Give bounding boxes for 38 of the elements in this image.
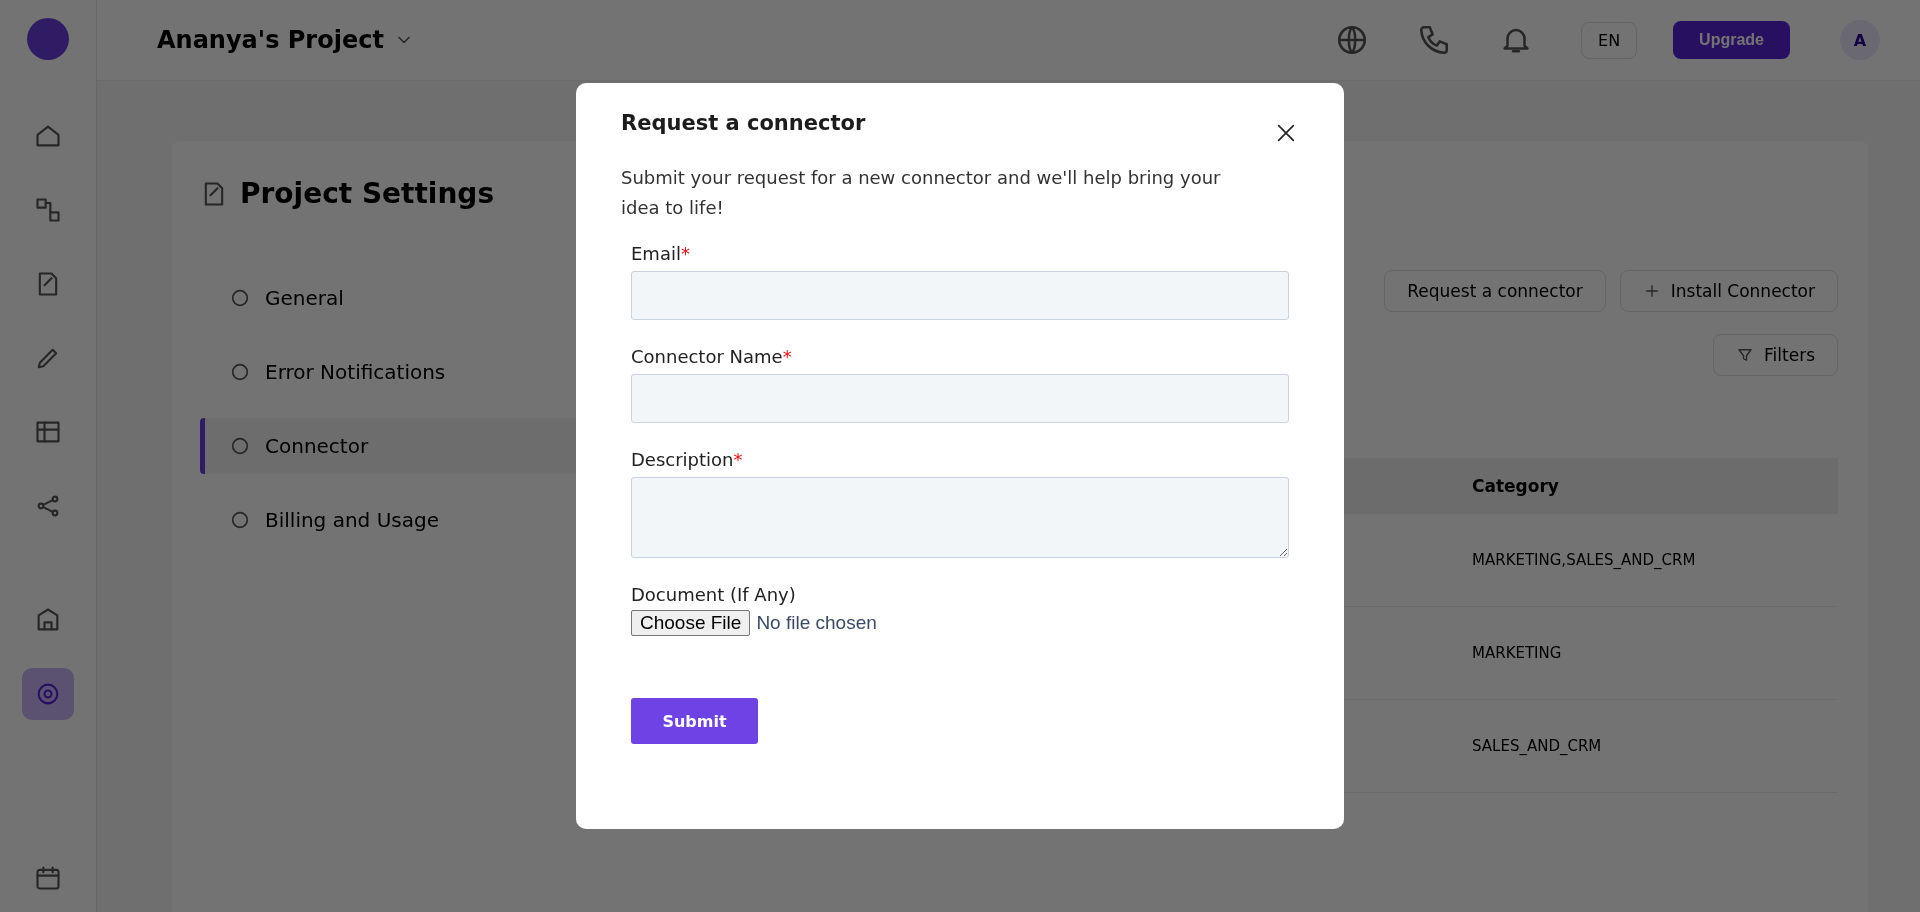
menu-item-icon — [229, 361, 251, 383]
submit-button[interactable]: Submit — [631, 698, 758, 744]
page-title: Project Settings — [240, 177, 495, 210]
input-field[interactable] — [631, 271, 1289, 320]
request-connector-button[interactable]: Request a connector — [1384, 270, 1606, 312]
filters-button[interactable]: Filters — [1713, 334, 1838, 376]
menu-item-icon — [229, 435, 251, 457]
table-cell-text: SALES_AND_CRM — [1471, 737, 1603, 755]
filter-icon — [1736, 346, 1755, 364]
field-label: Description* — [631, 449, 744, 470]
menu-item-icon — [229, 287, 251, 309]
settings-menu-item[interactable]: General — [200, 270, 600, 326]
field-label: Document (If Any) — [631, 584, 797, 605]
choose-file-button[interactable]: Choose File — [631, 610, 751, 636]
field-label: Email* — [631, 243, 691, 264]
file-status: No file chosen — [756, 612, 877, 634]
user-avatar[interactable]: A — [1840, 20, 1880, 60]
menu-item-icon — [229, 509, 251, 531]
field-label: Connector Name* — [631, 346, 793, 367]
input-field[interactable] — [631, 374, 1289, 423]
flow-icon — [34, 196, 62, 224]
close-icon — [1275, 122, 1297, 144]
project-name[interactable]: Ananya's Project — [157, 26, 384, 54]
calendar-icon — [34, 864, 62, 892]
column-header: Category — [1471, 476, 1560, 496]
sidebar-item[interactable] — [22, 668, 74, 720]
dialog-description: Submit your request for a new connector and we'll help bring your idea to life! — [621, 166, 1222, 220]
dialog-title: Request a connector — [621, 111, 866, 135]
upgrade-button[interactable]: Upgrade — [1673, 21, 1790, 59]
install-connector-button[interactable]: Install Connector — [1619, 270, 1838, 312]
table-cell-text: MARKETING — [1471, 644, 1563, 662]
language-selector[interactable]: EN — [1581, 21, 1638, 59]
app-logo[interactable] — [27, 18, 69, 60]
globe-icon[interactable] — [1335, 23, 1369, 57]
settings-menu-item[interactable]: Billing and Usage — [200, 492, 600, 548]
settings-menu-item[interactable]: Error Notifications — [200, 344, 600, 400]
table-cell-text: MARKETING,SALES_AND_CRM — [1471, 551, 1697, 569]
phone-icon[interactable] — [1417, 23, 1451, 57]
